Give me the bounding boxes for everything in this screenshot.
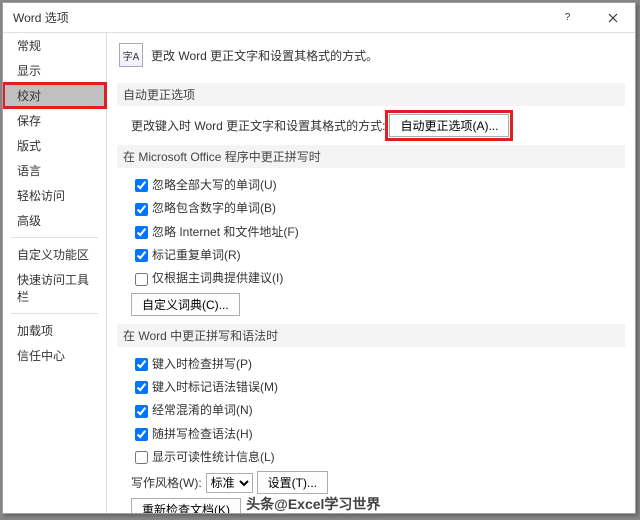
cb-main-dict-only-label: 仅根据主词典提供建议(I) (152, 271, 283, 285)
watermark: 头条@Excel学习世界 (246, 494, 380, 514)
cb-ignore-internet-label: 忽略 Internet 和文件地址(F) (152, 225, 299, 239)
sidebar-item-layout[interactable]: 版式 (3, 133, 106, 158)
cb-main-dict-only[interactable] (135, 273, 148, 286)
cb-mark-grammar-label: 键入时标记语法错误(M) (152, 380, 278, 394)
recheck-document-button[interactable]: 重新检查文档(K) (131, 498, 241, 513)
sidebar-item-advanced[interactable]: 高级 (3, 208, 106, 233)
close-button[interactable] (590, 3, 635, 33)
autocorrect-options-button[interactable]: 自动更正选项(A)... (389, 114, 509, 137)
cb-check-grammar-with-spelling-label: 随拼写检查语法(H) (152, 427, 253, 441)
page-header: 更改 Word 更正文字和设置其格式的方式。 (151, 47, 378, 64)
sidebar: 常规 显示 校对 保存 版式 语言 轻松访问 高级 自定义功能区 快速访问工具栏… (3, 33, 107, 513)
writing-style-select[interactable]: 标准 (206, 473, 253, 493)
options-dialog: Word 选项 ? 常规 显示 校对 保存 版式 语言 轻松访问 高级 自定义功… (2, 2, 636, 514)
help-button[interactable]: ? (545, 3, 590, 33)
sidebar-item-addins[interactable]: 加载项 (3, 318, 106, 343)
autocorrect-lead: 更改键入时 Word 更正文字和设置其格式的方式: (131, 117, 385, 134)
cb-flag-repeated-label: 标记重复单词(R) (152, 248, 241, 262)
sidebar-item-language[interactable]: 语言 (3, 158, 106, 183)
cb-ignore-numbers-label: 忽略包含数字的单词(B) (152, 201, 276, 215)
cb-ignore-uppercase[interactable] (135, 179, 148, 192)
section-office-title: 在 Microsoft Office 程序中更正拼写时 (117, 145, 625, 168)
sidebar-item-save[interactable]: 保存 (3, 108, 106, 133)
sidebar-item-ease[interactable]: 轻松访问 (3, 183, 106, 208)
cb-readability-label: 显示可读性统计信息(L) (152, 450, 275, 464)
writing-style-label: 写作风格(W): (131, 474, 202, 491)
cb-flag-repeated[interactable] (135, 249, 148, 262)
close-icon (608, 13, 618, 23)
sidebar-item-trust[interactable]: 信任中心 (3, 343, 106, 368)
cb-check-spelling[interactable] (135, 358, 148, 371)
cb-confused-words[interactable] (135, 405, 148, 418)
window-title: Word 选项 (13, 9, 69, 26)
cb-readability[interactable] (135, 451, 148, 464)
proofing-icon: 字A (119, 43, 143, 67)
sidebar-item-general[interactable]: 常规 (3, 33, 106, 58)
cb-ignore-uppercase-label: 忽略全部大写的单词(U) (152, 178, 277, 192)
sidebar-item-display[interactable]: 显示 (3, 58, 106, 83)
custom-dictionaries-button[interactable]: 自定义词典(C)... (131, 293, 240, 316)
section-word-title: 在 Word 中更正拼写和语法时 (117, 324, 625, 347)
cb-ignore-internet[interactable] (135, 226, 148, 239)
cb-mark-grammar[interactable] (135, 381, 148, 394)
sidebar-item-customize-ribbon[interactable]: 自定义功能区 (3, 242, 106, 267)
section-autocorrect-title: 自动更正选项 (117, 83, 625, 106)
cb-confused-words-label: 经常混淆的单词(N) (152, 403, 253, 417)
sidebar-item-qat[interactable]: 快速访问工具栏 (3, 267, 106, 309)
sidebar-item-proofing[interactable]: 校对 (3, 83, 106, 108)
cb-check-grammar-with-spelling[interactable] (135, 428, 148, 441)
content-pane: 字A 更改 Word 更正文字和设置其格式的方式。 自动更正选项 更改键入时 W… (107, 33, 635, 513)
cb-ignore-numbers[interactable] (135, 203, 148, 216)
cb-check-spelling-label: 键入时检查拼写(P) (152, 357, 252, 371)
settings-button[interactable]: 设置(T)... (257, 471, 328, 494)
titlebar: Word 选项 ? (3, 3, 635, 33)
